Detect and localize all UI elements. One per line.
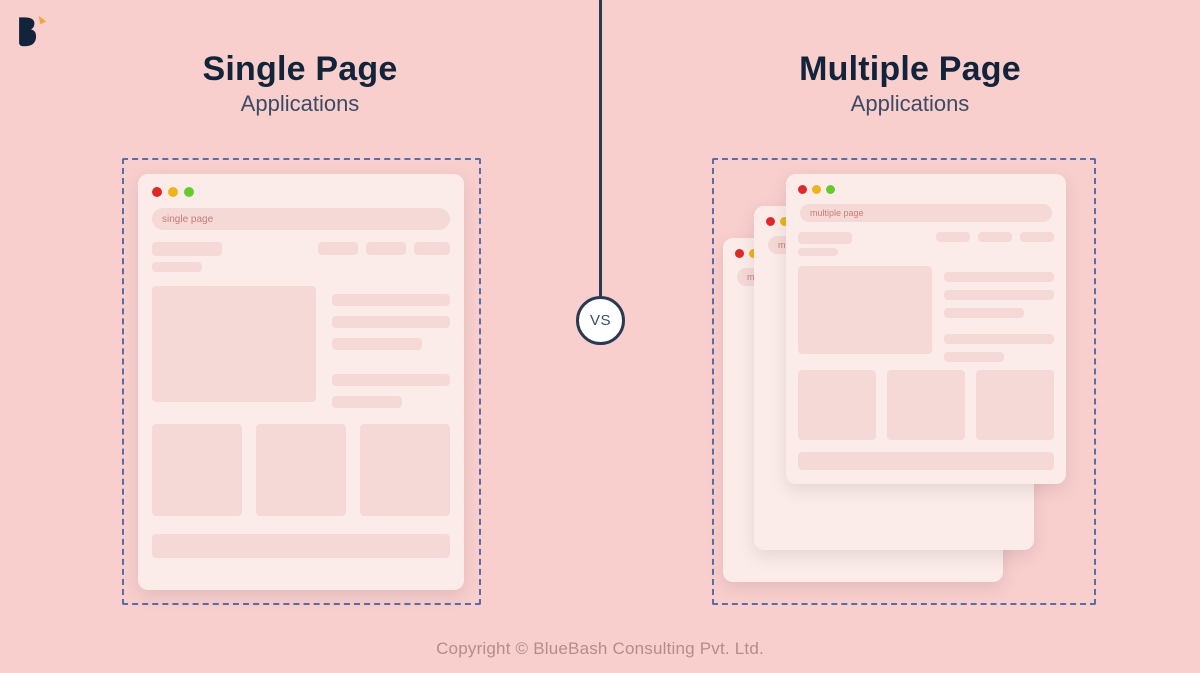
- browser-window-stack-1: multiple page: [786, 174, 1066, 484]
- center-divider-line: [599, 0, 602, 296]
- wireframe-footer: [798, 452, 1054, 470]
- wireframe-block: [798, 248, 838, 256]
- vs-badge: VS: [576, 296, 625, 345]
- wireframe-card: [360, 424, 450, 516]
- wireframe-hero: [798, 266, 932, 354]
- heading-subtitle: Applications: [710, 91, 1110, 117]
- heading-title: Multiple Page: [710, 50, 1110, 89]
- traffic-yellow-icon: [812, 185, 821, 194]
- heading-single-page: Single Page Applications: [100, 50, 500, 117]
- wireframe-block: [318, 242, 358, 255]
- address-bar-text: multiple page: [810, 208, 864, 218]
- wireframe-line: [944, 308, 1024, 318]
- traffic-red-icon: [735, 249, 744, 258]
- traffic-lights: [152, 187, 194, 197]
- bluebash-logo: [14, 14, 48, 48]
- traffic-green-icon: [826, 185, 835, 194]
- wireframe-block: [936, 232, 970, 242]
- wireframe-line: [944, 290, 1054, 300]
- wireframe-block: [152, 262, 202, 272]
- wireframe-line: [944, 334, 1054, 344]
- traffic-green-icon: [184, 187, 194, 197]
- traffic-red-icon: [152, 187, 162, 197]
- address-bar-text: single page: [162, 214, 213, 225]
- wireframe-card: [976, 370, 1054, 440]
- heading-title: Single Page: [100, 50, 500, 89]
- wireframe-card: [256, 424, 346, 516]
- traffic-red-icon: [766, 217, 775, 226]
- wireframe-line: [332, 338, 422, 350]
- address-bar: multiple page: [800, 204, 1052, 222]
- traffic-red-icon: [798, 185, 807, 194]
- address-bar: single page: [152, 208, 450, 230]
- wireframe-block: [366, 242, 406, 255]
- wireframe-line: [332, 316, 450, 328]
- wireframe-block: [414, 242, 450, 255]
- wireframe-hero: [152, 286, 316, 402]
- wireframe-line: [944, 352, 1004, 362]
- wireframe-block: [798, 232, 852, 244]
- wireframe-card: [887, 370, 965, 440]
- wireframe-footer: [152, 534, 450, 558]
- wireframe-line: [944, 272, 1054, 282]
- copyright-text: Copyright © BlueBash Consulting Pvt. Ltd…: [0, 639, 1200, 659]
- browser-window-single: single page: [138, 174, 464, 590]
- vs-label: VS: [590, 312, 611, 329]
- traffic-lights: [798, 185, 835, 194]
- wireframe-block: [1020, 232, 1054, 242]
- heading-multiple-page: Multiple Page Applications: [710, 50, 1110, 117]
- wireframe-card: [152, 424, 242, 516]
- wireframe-block: [978, 232, 1012, 242]
- wireframe-line: [332, 396, 402, 408]
- wireframe-block: [152, 242, 222, 256]
- wireframe-card: [798, 370, 876, 440]
- traffic-yellow-icon: [168, 187, 178, 197]
- wireframe-line: [332, 294, 450, 306]
- heading-subtitle: Applications: [100, 91, 500, 117]
- wireframe-line: [332, 374, 450, 386]
